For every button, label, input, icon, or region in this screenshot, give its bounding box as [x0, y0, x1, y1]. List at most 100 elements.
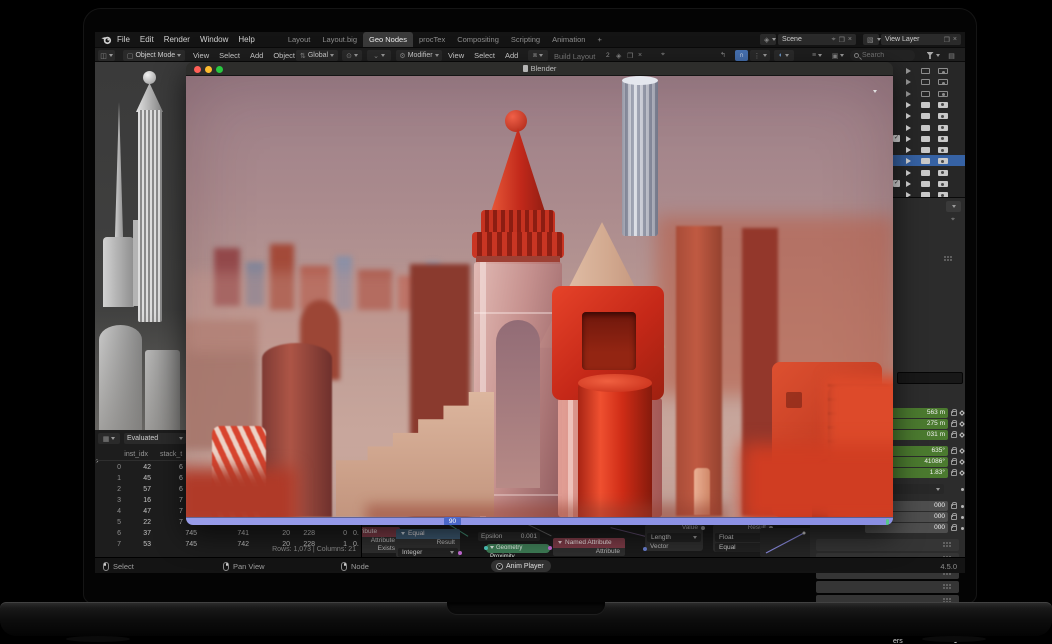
- region-collapse-chevron[interactable]: [873, 80, 883, 88]
- selectable-toggle-icon[interactable]: [906, 170, 911, 176]
- node-named-attribute-2[interactable]: Named Attribute Attribute: [553, 538, 625, 556]
- snap-dropdown[interactable]: ⌄: [367, 50, 391, 61]
- animate-dot-icon[interactable]: [961, 527, 964, 530]
- keyframe-diamond-icon[interactable]: [959, 432, 965, 438]
- node-vector-math[interactable]: Value Length Vector: [645, 524, 703, 551]
- viewport-menu-view[interactable]: View: [188, 48, 214, 63]
- hide-in-viewport-icon[interactable]: [921, 102, 930, 108]
- scene-browse-button[interactable]: ◈: [760, 34, 776, 45]
- anim-progress-strip[interactable]: 90: [186, 517, 893, 525]
- lock-icon[interactable]: [951, 433, 957, 438]
- object-name-field[interactable]: [897, 372, 963, 384]
- hide-in-viewport-icon[interactable]: [921, 68, 930, 74]
- selectable-toggle-icon[interactable]: [906, 147, 911, 153]
- socket-vector[interactable]: [643, 547, 647, 551]
- copy-icon[interactable]: ❐: [944, 36, 950, 44]
- lock-icon[interactable]: [951, 449, 957, 454]
- menu-help[interactable]: Help: [233, 32, 259, 47]
- pin-icon[interactable]: ⌖: [661, 51, 665, 59]
- view-layer-selector[interactable]: View Layer ❐×: [881, 34, 961, 45]
- selectable-toggle-icon[interactable]: [906, 136, 911, 142]
- outliner-search[interactable]: [850, 50, 915, 61]
- menu-window[interactable]: Window: [195, 32, 233, 47]
- keyframe-diamond-icon[interactable]: [959, 470, 965, 476]
- disable-in-renders-icon[interactable]: [938, 91, 948, 97]
- close-icon[interactable]: ×: [848, 36, 852, 44]
- menu-render[interactable]: Render: [159, 32, 195, 47]
- hide-in-viewport-icon[interactable]: [921, 136, 930, 142]
- lock-icon[interactable]: [951, 422, 957, 427]
- window-titlebar[interactable]: Blender: [186, 62, 893, 76]
- disable-in-renders-icon[interactable]: [938, 136, 948, 142]
- node-tree-name[interactable]: Build Layout: [554, 52, 595, 61]
- node-geometry-proximity[interactable]: Geometry Proximity: [486, 544, 550, 553]
- copy-icon[interactable]: ❐: [627, 52, 633, 60]
- section-grip[interactable]: [944, 256, 946, 258]
- selectable-toggle-icon[interactable]: [906, 158, 911, 164]
- render-window[interactable]: Blender: [186, 62, 893, 525]
- node-menu-add[interactable]: Add: [500, 48, 523, 63]
- node-compare-equal[interactable]: Equal Result Integer: [396, 529, 460, 557]
- node-menu-select[interactable]: Select: [469, 48, 500, 63]
- hide-in-viewport-icon[interactable]: [921, 91, 930, 97]
- display-mode-dropdown[interactable]: ▣: [828, 50, 848, 61]
- epsilon-field[interactable]: Epsilon0.001: [478, 532, 540, 541]
- viewport-menu-select[interactable]: Select: [214, 48, 245, 63]
- disable-in-renders-icon[interactable]: [938, 147, 948, 153]
- close-icon[interactable]: ×: [953, 36, 957, 44]
- pivot-point-dropdown[interactable]: ⊙: [342, 50, 362, 61]
- stop-icon[interactable]: [496, 563, 503, 570]
- collapsed-section[interactable]: [816, 581, 959, 593]
- filter-dropdown[interactable]: ≡: [807, 50, 827, 61]
- node-menu-view[interactable]: View: [443, 48, 469, 63]
- selectable-toggle-icon[interactable]: [906, 181, 911, 187]
- vector-math-operation-dropdown[interactable]: Length: [647, 533, 701, 542]
- equal-type-dropdown[interactable]: Integer: [398, 548, 458, 557]
- checkbox[interactable]: [893, 180, 900, 187]
- node-named-attribute-1[interactable]: tribute Attribute Exists: [362, 527, 400, 553]
- disable-in-renders-icon[interactable]: [938, 113, 948, 119]
- socket-value[interactable]: [701, 526, 705, 530]
- socket-input[interactable]: [484, 546, 488, 550]
- node-context-dropdown[interactable]: ⚙Modifier: [396, 50, 442, 61]
- node-tree-browse-button[interactable]: ⧈: [528, 50, 548, 61]
- view-layer-browse-button[interactable]: ▧: [863, 34, 879, 45]
- pin-icon[interactable]: ⌖: [832, 36, 836, 44]
- transform-orientation-dropdown[interactable]: ⇅Global: [296, 50, 338, 61]
- collapsed-section[interactable]: [816, 539, 959, 551]
- lock-icon[interactable]: [951, 504, 957, 509]
- spreadsheet-type-dropdown[interactable]: ▦: [98, 433, 120, 444]
- disable-in-renders-icon[interactable]: [938, 68, 948, 74]
- menu-edit[interactable]: Edit: [135, 32, 159, 47]
- breadcrumb-collapse-button[interactable]: [946, 201, 961, 212]
- hide-in-viewport-icon[interactable]: [921, 170, 930, 176]
- section-grip[interactable]: [943, 598, 945, 600]
- object-mode-dropdown[interactable]: ▢Object Mode: [123, 50, 185, 61]
- disable-in-renders-icon[interactable]: [938, 158, 948, 164]
- selectable-toggle-icon[interactable]: [906, 68, 911, 74]
- socket-result[interactable]: [458, 551, 462, 555]
- selectable-toggle-icon[interactable]: [906, 91, 911, 97]
- keyframe-diamond-icon[interactable]: [959, 459, 965, 465]
- tab-proctex[interactable]: procTex: [413, 32, 451, 47]
- lock-icon[interactable]: [951, 515, 957, 520]
- hide-in-viewport-icon[interactable]: [921, 79, 930, 85]
- lock-icon[interactable]: [951, 460, 957, 465]
- snap-toggle[interactable]: ∩: [735, 50, 748, 61]
- animate-dot-icon[interactable]: [961, 516, 964, 519]
- disable-in-renders-icon[interactable]: [938, 170, 948, 176]
- copy-icon[interactable]: ❐: [839, 36, 845, 44]
- animate-dot-icon[interactable]: [961, 505, 964, 508]
- lock-icon[interactable]: [951, 471, 957, 476]
- disable-in-renders-icon[interactable]: [938, 181, 948, 187]
- selectable-toggle-icon[interactable]: [906, 102, 911, 108]
- disable-in-renders-icon[interactable]: [938, 102, 948, 108]
- keyframe-diamond-icon[interactable]: [959, 421, 965, 427]
- hide-in-viewport-icon[interactable]: [921, 147, 930, 153]
- close-icon[interactable]: ×: [638, 52, 642, 59]
- toggle-label-ers[interactable]: ers: [893, 637, 903, 644]
- socket-output[interactable]: [548, 546, 552, 550]
- parent-tree-icon[interactable]: ↰: [720, 51, 726, 59]
- hide-in-viewport-icon[interactable]: [921, 181, 930, 187]
- lock-icon[interactable]: [951, 411, 957, 416]
